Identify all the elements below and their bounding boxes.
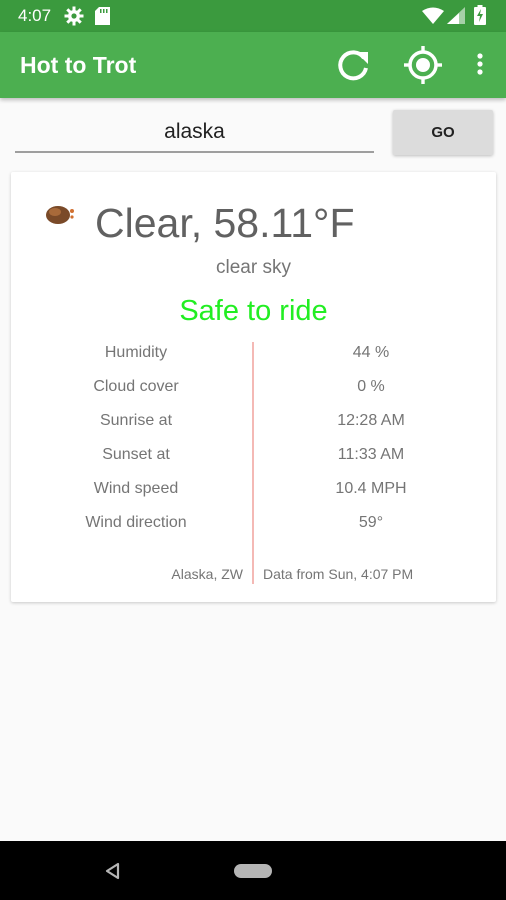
detail-row-wind-speed: Wind speed 10.4 MPH (11, 480, 496, 514)
weather-icon (45, 202, 77, 226)
detail-label: Sunset at (102, 446, 170, 463)
overflow-menu-button[interactable] (468, 50, 492, 80)
detail-value: 0 % (357, 378, 385, 395)
city-search-input[interactable] (15, 113, 374, 153)
signal-icon (447, 7, 465, 29)
detail-value: 44 % (352, 344, 390, 361)
system-nav-bar (0, 841, 506, 900)
back-icon (105, 862, 120, 880)
detail-row-humidity: Humidity 44 % (11, 344, 496, 378)
detail-value: 10.4 MPH (335, 480, 407, 497)
weather-card: Clear, 58.11°F clear sky Safe to ride Hu… (11, 172, 496, 602)
detail-label: Cloud cover (93, 378, 179, 395)
my-location-button[interactable] (403, 45, 443, 85)
detail-label: Humidity (104, 344, 168, 361)
app-title: Hot to Trot (20, 52, 137, 78)
sd-card-icon (95, 7, 110, 30)
weather-headline: Clear, 58.11°F (95, 200, 355, 246)
app-bar: Hot to Trot (0, 32, 506, 98)
home-icon[interactable] (234, 864, 272, 878)
back-button[interactable] (104, 862, 120, 885)
wifi-icon (422, 7, 444, 29)
location-label: Alaska, ZW (171, 566, 243, 582)
gear-icon (64, 6, 84, 31)
detail-value: 59° (358, 514, 384, 531)
status-time: 4:07 (18, 6, 52, 25)
overflow-menu-icon (477, 53, 483, 75)
battery-icon (474, 5, 486, 30)
weather-description: clear sky (216, 257, 291, 278)
ride-status: Safe to ride (179, 295, 328, 327)
detail-label: Wind direction (85, 514, 187, 531)
go-button[interactable]: GO (393, 110, 493, 155)
detail-value: 11:33 AM (337, 446, 405, 463)
detail-label: Wind speed (93, 480, 179, 497)
updated-timestamp: Data from Sun, 4:07 PM (263, 566, 414, 582)
detail-row-sunrise: Sunrise at 12:28 AM (11, 412, 496, 446)
status-bar: 4:07 (0, 0, 506, 32)
refresh-button[interactable] (334, 46, 372, 84)
refresh-icon (338, 50, 368, 81)
detail-value: 12:28 AM (337, 412, 405, 429)
detail-label: Sunrise at (99, 412, 173, 429)
location-icon (404, 46, 442, 84)
detail-row-wind-direction: Wind direction 59° (11, 514, 496, 548)
detail-row-cloud-cover: Cloud cover 0 % (11, 378, 496, 412)
detail-row-sunset: Sunset at 11:33 AM (11, 446, 496, 480)
